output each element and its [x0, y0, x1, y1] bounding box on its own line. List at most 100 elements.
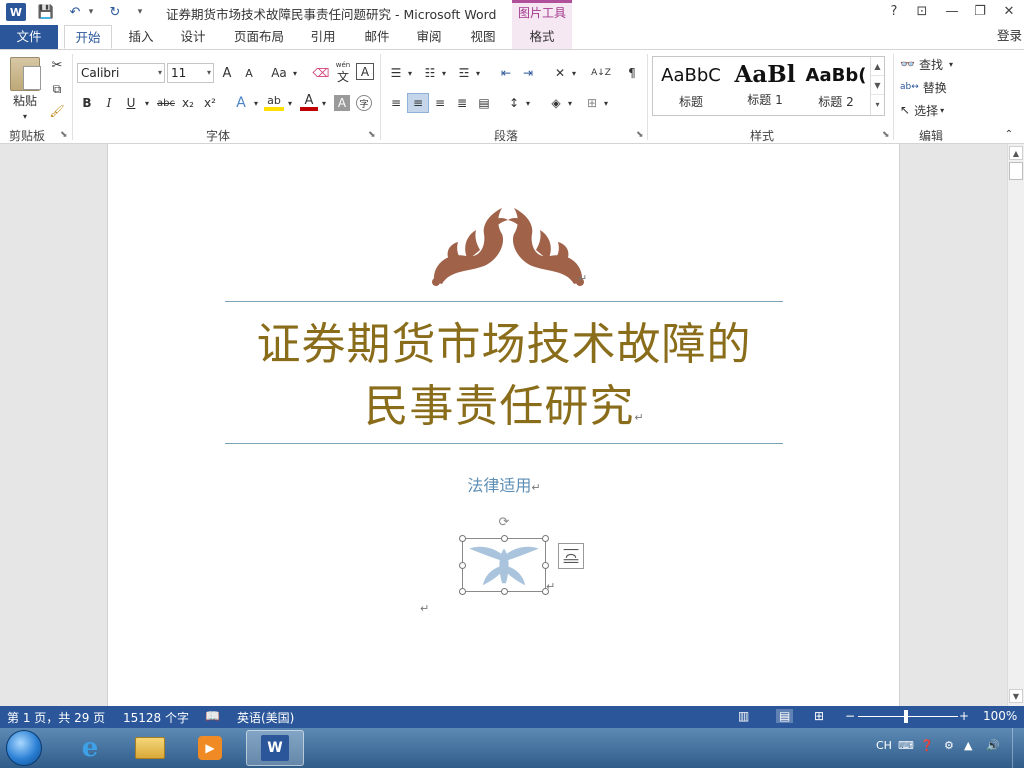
zoom-slider[interactable] — [858, 716, 958, 717]
character-border-button[interactable]: A — [356, 63, 374, 80]
minimize-button[interactable]: — — [938, 2, 966, 22]
tab-mailings[interactable]: 邮件 — [354, 25, 400, 49]
bold-button[interactable]: B — [78, 93, 96, 113]
text-effects-icon[interactable]: A — [232, 93, 250, 113]
language-status[interactable]: 英语(美国) — [237, 709, 294, 726]
media-player-icon[interactable]: ▶ — [182, 730, 238, 766]
borders-dropdown-icon[interactable]: ▾ — [602, 93, 610, 113]
styles-launcher-icon[interactable]: ⬊ — [882, 130, 890, 140]
character-shading-button[interactable]: A — [334, 95, 350, 111]
start-button-icon[interactable] — [6, 730, 42, 766]
highlight-dropdown-icon[interactable]: ▾ — [286, 93, 294, 113]
clipboard-launcher-icon[interactable]: ⬊ — [60, 130, 68, 140]
document-page[interactable]: ↵ 证券期货市场技术故障的 民事责任研究↵ 法律适用↵ ⟳ ↵ ↵ — [107, 144, 900, 706]
customize-qat-icon[interactable]: ▾ — [134, 3, 146, 21]
borders-icon[interactable]: ⊞ — [582, 93, 602, 113]
show-hide-marks-icon[interactable]: ¶ — [622, 63, 642, 83]
selected-picture[interactable] — [462, 538, 546, 592]
tab-design[interactable]: 设计 — [170, 25, 216, 49]
multilevel-dropdown-icon[interactable]: ▾ — [474, 63, 482, 83]
print-layout-icon[interactable]: ▤ — [776, 709, 794, 723]
shrink-font-button[interactable]: A — [240, 63, 258, 83]
copy-icon[interactable]: ⧉ — [48, 79, 66, 99]
page-count-status[interactable]: 第 1 页，共 29 页 — [7, 709, 105, 726]
align-right-icon[interactable]: ≡ — [430, 93, 450, 113]
layout-options-button[interactable] — [558, 543, 584, 569]
distributed-icon[interactable]: ▤ — [474, 93, 494, 113]
grow-font-button[interactable]: A — [218, 63, 236, 83]
gallery-more-icon[interactable]: ▾ — [871, 95, 884, 114]
undo-icon[interactable]: ↶ — [66, 3, 84, 21]
tab-insert[interactable]: 插入 — [118, 25, 164, 49]
tab-review[interactable]: 审阅 — [406, 25, 452, 49]
tab-picture-format[interactable]: 格式 — [512, 25, 572, 49]
paste-icon[interactable] — [10, 57, 41, 91]
tab-file[interactable]: 文件 — [0, 25, 58, 49]
bullets-icon[interactable]: ☰ — [386, 63, 406, 83]
cut-icon[interactable]: ✂ — [48, 55, 66, 75]
tray-menu-icon[interactable]: ⚙ — [944, 739, 954, 752]
superscript-button[interactable]: x² — [201, 93, 219, 113]
numbering-dropdown-icon[interactable]: ▾ — [440, 63, 448, 83]
file-explorer-icon[interactable] — [122, 730, 178, 766]
web-layout-icon[interactable]: ⊞ — [814, 709, 824, 723]
keyboard-icon[interactable]: ⌨ — [898, 739, 914, 752]
read-mode-icon[interactable]: ▥ — [738, 709, 749, 723]
help-button[interactable]: ? — [880, 2, 908, 22]
paragraph-launcher-icon[interactable]: ⬊ — [636, 130, 644, 140]
resize-handle[interactable] — [542, 562, 549, 569]
input-method-indicator[interactable]: CH — [876, 739, 892, 752]
chevron-down-icon[interactable]: ▼ — [871, 76, 884, 95]
word-taskbar-icon[interactable]: W — [246, 730, 304, 766]
font-size-combo[interactable]: 11 ▾ — [167, 63, 214, 83]
zoom-slider-thumb[interactable] — [904, 710, 908, 723]
bullets-dropdown-icon[interactable]: ▾ — [406, 63, 414, 83]
collapse-ribbon-icon[interactable]: ⌃ — [1002, 127, 1016, 141]
text-effects-dropdown-icon[interactable]: ▾ — [252, 93, 260, 113]
rotate-handle-icon[interactable]: ⟳ — [497, 516, 511, 530]
tab-references[interactable]: 引用 — [300, 25, 346, 49]
help-tray-icon[interactable]: ❓ — [920, 739, 934, 752]
word-logo-icon[interactable]: W — [6, 3, 26, 21]
format-painter-icon[interactable]: 🖌 — [48, 101, 66, 121]
decrease-indent-icon[interactable]: ⇤ — [496, 63, 516, 83]
close-button[interactable]: ✕ — [995, 2, 1023, 22]
resize-handle[interactable] — [542, 535, 549, 542]
clear-formatting-icon[interactable]: ⌫ — [312, 63, 330, 83]
select-button[interactable]: ↖ 选择 ▾ — [900, 100, 962, 120]
line-spacing-dropdown-icon[interactable]: ▾ — [524, 93, 532, 113]
zoom-in-button[interactable]: + — [959, 709, 969, 723]
chinese-layout-dropdown-icon[interactable]: ▾ — [570, 63, 578, 83]
undo-dropdown-icon[interactable]: ▾ — [86, 3, 96, 21]
show-desktop-button[interactable] — [1012, 728, 1024, 768]
word-count-status[interactable]: 15128 个字 — [123, 709, 189, 726]
save-icon[interactable]: 💾 — [37, 3, 55, 21]
document-title[interactable]: 证券期货市场技术故障的 民事责任研究↵ — [225, 314, 783, 449]
internet-explorer-icon[interactable]: e — [62, 730, 118, 766]
resize-handle[interactable] — [459, 535, 466, 542]
scroll-thumb[interactable] — [1009, 162, 1023, 180]
line-spacing-icon[interactable]: ↕ — [504, 93, 524, 113]
shading-icon[interactable]: ◈ — [546, 93, 566, 113]
chinese-layout-icon[interactable]: ✕ — [550, 63, 570, 83]
proofing-icon[interactable]: 📖 — [205, 709, 220, 723]
chevron-up-icon[interactable]: ▲ — [871, 57, 884, 76]
numbering-icon[interactable]: ☷ — [420, 63, 440, 83]
change-case-dropdown-icon[interactable]: ▾ — [290, 63, 300, 83]
vertical-scrollbar[interactable]: ▲ ▼ — [1007, 144, 1024, 706]
font-color-button[interactable]: A — [300, 93, 318, 111]
style-item-heading-2[interactable]: AaBb( 标题 2 — [801, 57, 871, 115]
document-subtitle[interactable]: 法律适用↵ — [225, 472, 783, 496]
font-color-dropdown-icon[interactable]: ▾ — [320, 93, 328, 113]
zoom-out-button[interactable]: − — [845, 709, 855, 723]
resize-handle[interactable] — [459, 562, 466, 569]
styles-gallery-scroll[interactable]: ▲ ▼ ▾ — [870, 57, 884, 115]
sort-button[interactable]: A↓Z — [590, 63, 612, 83]
subscript-button[interactable]: x₂ — [179, 93, 197, 113]
align-left-icon[interactable]: ≡ — [386, 93, 406, 113]
style-item-heading-1[interactable]: AaBl 标题 1 — [729, 57, 801, 115]
justify-icon[interactable]: ≣ — [452, 93, 472, 113]
strikethrough-button[interactable]: abc — [155, 93, 177, 113]
scroll-down-icon[interactable]: ▼ — [1009, 689, 1023, 703]
style-item-title[interactable]: AaBbC 标题 — [655, 57, 727, 115]
